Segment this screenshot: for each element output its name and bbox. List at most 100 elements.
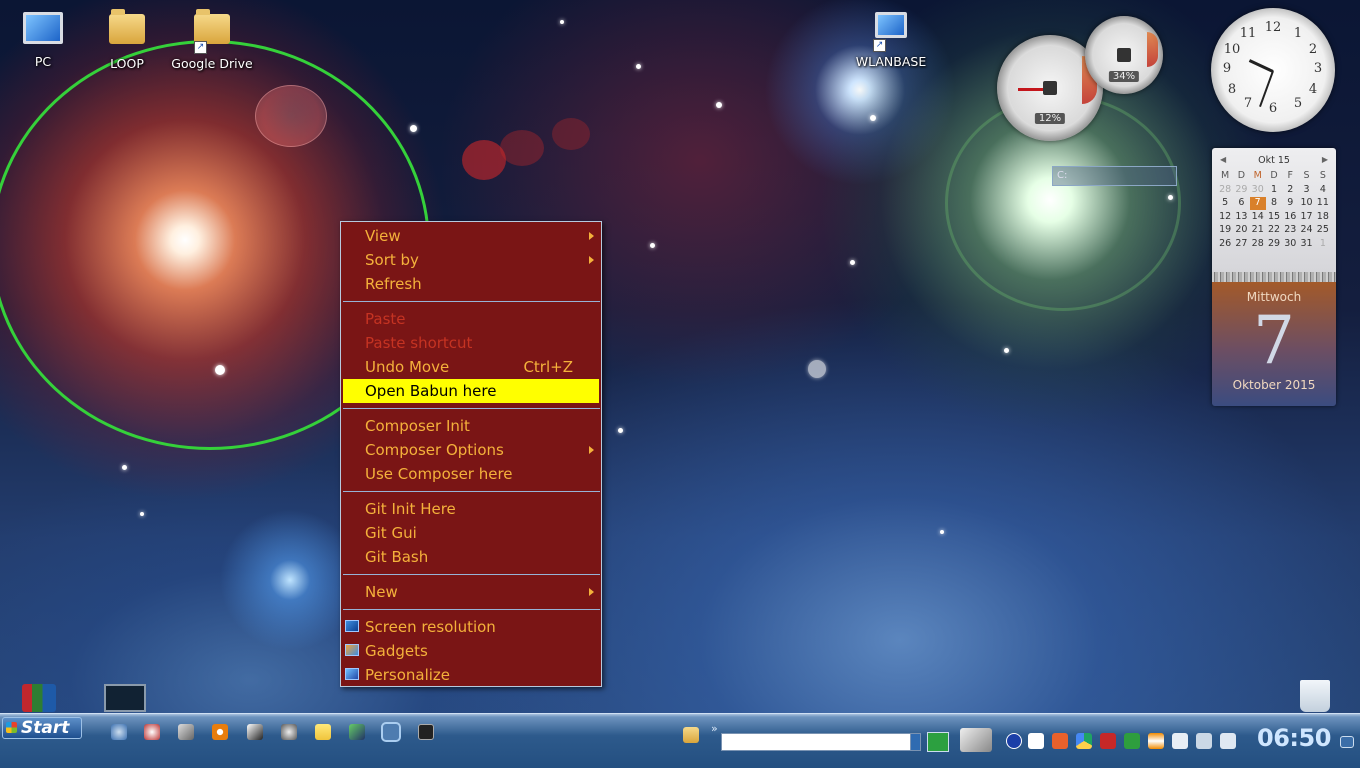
quicklaunch-app-icon[interactable]	[178, 724, 194, 740]
winrar-icon[interactable]	[22, 684, 56, 712]
toolbar-chevron-icon[interactable]: »	[711, 722, 718, 735]
calendar-day-cell[interactable]: 16	[1282, 211, 1298, 224]
calendar-day-cell[interactable]: 10	[1298, 197, 1314, 210]
calendar-day-cell[interactable]: 30	[1282, 238, 1298, 251]
calendar-day-cell[interactable]: 30	[1250, 184, 1266, 197]
lens-flare	[552, 118, 590, 150]
calendar-day-cell[interactable]: 14	[1250, 211, 1266, 224]
menu-item-git-gui[interactable]: Git Gui	[341, 521, 601, 545]
calendar-day-cell[interactable]: 26	[1217, 238, 1233, 251]
calendar-day-cell[interactable]: 22	[1266, 224, 1282, 237]
calendar-day-cell[interactable]: 23	[1282, 224, 1298, 237]
calendar-day-cell[interactable]: 27	[1233, 238, 1249, 251]
action-center-flag-icon[interactable]	[1172, 733, 1188, 749]
drive-meter-gadget[interactable]: C:	[1052, 166, 1177, 186]
menu-item-refresh[interactable]: Refresh	[341, 272, 601, 296]
go-button[interactable]	[927, 732, 949, 752]
menu-item-gadgets[interactable]: Gadgets	[341, 639, 601, 663]
menu-item-screen-resolution[interactable]: Screen resolution	[341, 615, 601, 639]
volume-icon[interactable]	[1220, 733, 1236, 749]
google-drive-tray-icon[interactable]	[1076, 733, 1092, 749]
calendar-weekday-header: F	[1287, 170, 1294, 181]
p-tray-icon[interactable]	[1006, 733, 1022, 749]
calendar-day-cell[interactable]: 28	[1250, 238, 1266, 251]
clock-number: 8	[1227, 82, 1237, 97]
vlc-icon[interactable]	[1148, 733, 1164, 749]
folder-icon[interactable]	[683, 727, 699, 743]
quicklaunch-app-icon[interactable]	[281, 724, 297, 740]
calendar-day-cell[interactable]: 31	[1298, 238, 1314, 251]
calendar-day-cell[interactable]: 6	[1233, 197, 1249, 210]
network-share-icon[interactable]	[349, 724, 365, 740]
calendar-day-cell[interactable]: 1	[1266, 184, 1282, 197]
calendar-day-cell[interactable]: 3	[1298, 184, 1314, 197]
calendar-gadget[interactable]: ◀ Okt 15 ▶ M D M D F S S 28 29 30 1 2 3 4 5 6 7 8 9 10 11 12 1…	[1212, 148, 1336, 406]
clock-hour-hand	[1248, 59, 1274, 73]
notepad-icon[interactable]	[315, 724, 331, 740]
taskbar-clock[interactable]: 06:50	[1257, 724, 1331, 752]
recycle-bin-icon[interactable]	[1300, 680, 1330, 712]
system-monitor-icon[interactable]	[104, 684, 146, 712]
calendar-grid: M D M D F S S 28 29 30 1 2 3 4 5 6 7 8 9 10 11 12 13 14 15 16 17 18…	[1212, 166, 1336, 250]
start-button[interactable]: Start	[2, 717, 82, 739]
calendar-day-cell[interactable]: 28	[1217, 184, 1233, 197]
menu-item-git-init-here[interactable]: Git Init Here	[341, 497, 601, 521]
address-dropdown-button[interactable]	[910, 733, 921, 751]
menu-item-git-bash[interactable]: Git Bash	[341, 545, 601, 569]
pen-tablet-icon[interactable]	[960, 728, 992, 752]
calendar-day-cell[interactable]: 21	[1250, 224, 1266, 237]
menu-item-sort-by[interactable]: Sort by	[341, 248, 601, 272]
calendar-day-cell[interactable]: 29	[1233, 184, 1249, 197]
computer-icon	[23, 12, 63, 52]
desktop-icon-label: Google Drive	[171, 56, 253, 71]
calendar-day-cell[interactable]: 20	[1233, 224, 1249, 237]
clock-gadget[interactable]: 12 1 2 3 4 5 6 7 8 9 10 11	[1211, 8, 1335, 132]
menu-item-use-composer-here[interactable]: Use Composer here	[341, 462, 601, 486]
calendar-day-cell[interactable]: 25	[1315, 224, 1331, 237]
tray-app-icon[interactable]	[1100, 733, 1116, 749]
desktop-icon-google-drive[interactable]: ↗ Google Drive	[169, 8, 255, 71]
calendar-weekday-header: D	[1270, 170, 1278, 181]
menu-item-view[interactable]: View	[341, 224, 601, 248]
menu-item-undo-move[interactable]: Undo Move Ctrl+Z	[341, 355, 601, 379]
calendar-day-cell[interactable]: 29	[1266, 238, 1282, 251]
memory-meter-gadget[interactable]: 34%	[1085, 16, 1163, 94]
calendar-day-cell[interactable]: 17	[1298, 211, 1314, 224]
calendar-day-cell[interactable]: 11	[1315, 197, 1331, 210]
calendar-day-cell[interactable]: 13	[1233, 211, 1249, 224]
calendar-day-cell[interactable]: 4	[1315, 184, 1331, 197]
menu-item-composer-options[interactable]: Composer Options	[341, 438, 601, 462]
address-input[interactable]	[721, 733, 911, 751]
babun-terminal-icon[interactable]	[381, 722, 401, 742]
network-icon[interactable]	[1196, 733, 1212, 749]
tray-app-icon[interactable]	[1052, 733, 1068, 749]
menu-item-personalize[interactable]: Personalize	[341, 663, 601, 687]
menu-item-composer-init[interactable]: Composer Init	[341, 414, 601, 438]
calendar-day-cell[interactable]: 5	[1217, 197, 1233, 210]
calendar-day-cell[interactable]: 18	[1315, 211, 1331, 224]
quicklaunch-app-icon[interactable]	[247, 724, 263, 740]
calendar-day-cell[interactable]: 2	[1282, 184, 1298, 197]
prev-month-icon[interactable]: ◀	[1220, 155, 1226, 164]
show-desktop-icon[interactable]	[1340, 736, 1354, 748]
calendar-day-cell[interactable]: 7	[1249, 197, 1266, 210]
tray-app-icon[interactable]	[1028, 733, 1044, 749]
calendar-day-cell[interactable]: 9	[1282, 197, 1298, 210]
calendar-day-cell[interactable]: 1	[1315, 238, 1331, 251]
calendar-day-cell[interactable]: 12	[1217, 211, 1233, 224]
desktop-icon-loop[interactable]: LOOP	[84, 8, 170, 71]
console-icon[interactable]	[418, 724, 434, 740]
menu-item-new[interactable]: New	[341, 580, 601, 604]
calendar-day-cell[interactable]: 24	[1298, 224, 1314, 237]
calendar-day-cell[interactable]: 8	[1266, 197, 1282, 210]
quicklaunch-app-icon[interactable]	[144, 724, 160, 740]
blender-icon[interactable]	[212, 724, 228, 740]
calendar-day-cell[interactable]: 19	[1217, 224, 1233, 237]
desktop-icon-wlanbase[interactable]: ↗ WLANBASE	[848, 8, 934, 69]
calendar-day-cell[interactable]: 15	[1266, 211, 1282, 224]
tray-app-icon[interactable]	[1124, 733, 1140, 749]
next-month-icon[interactable]: ▶	[1322, 155, 1328, 164]
menu-item-open-babun-here[interactable]: Open Babun here	[343, 379, 599, 403]
quicklaunch-app-icon[interactable]	[111, 724, 127, 740]
desktop-icon-pc[interactable]: PC	[0, 8, 86, 69]
